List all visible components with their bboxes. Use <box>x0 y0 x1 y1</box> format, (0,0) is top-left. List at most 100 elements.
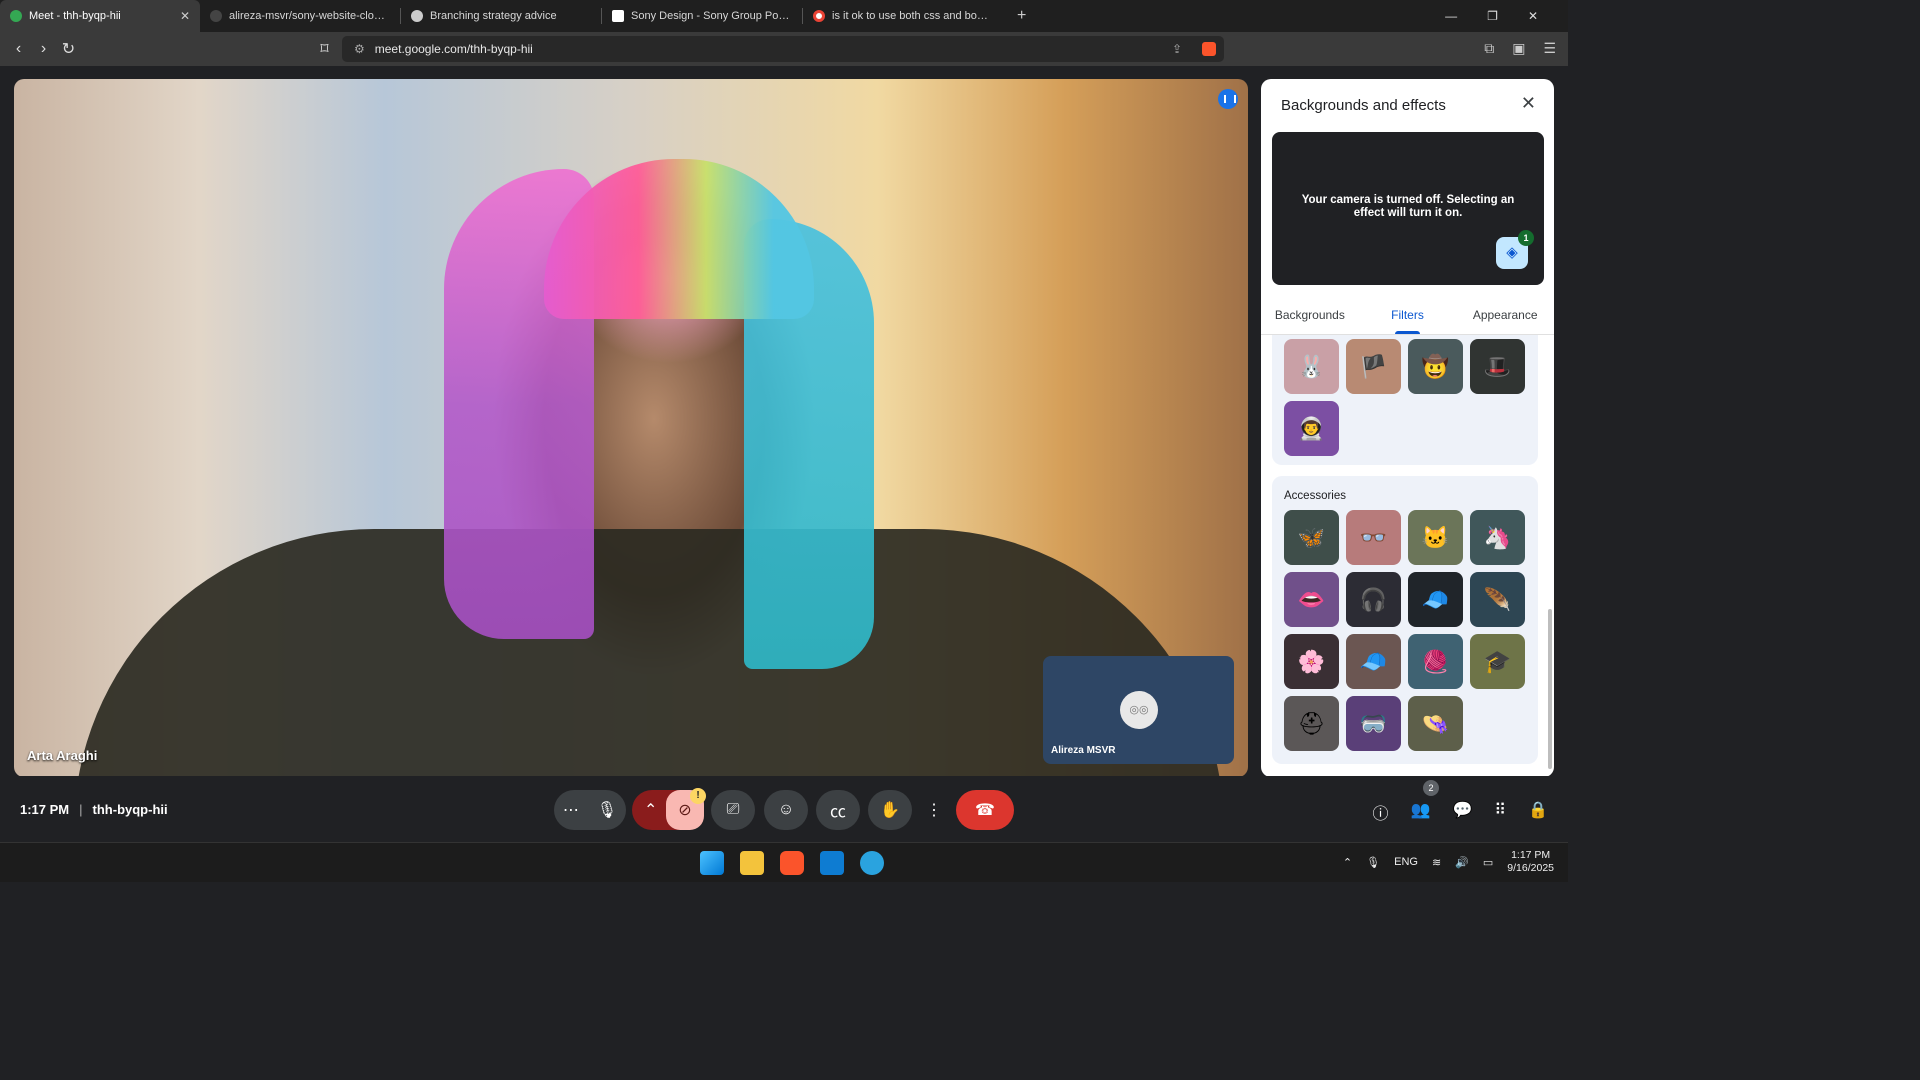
meeting-time: 1:17 PM <box>20 802 70 817</box>
url-text: meet.google.com/thh-byqp-hii <box>374 42 533 56</box>
activities-icon[interactable]: ⠿ <box>1494 800 1506 824</box>
visor-glasses-icon[interactable]: 🥽 <box>1346 696 1401 751</box>
raise-hand-icon[interactable]: ✋ <box>868 790 912 830</box>
tab-label: Branching strategy advice <box>430 10 557 22</box>
self-name: Alireza MSVR <box>1051 745 1116 756</box>
close-window-icon[interactable]: ✕ <box>1528 9 1538 23</box>
emoji-icon[interactable]: ☺ <box>764 790 808 830</box>
extensions-icon[interactable]: ⧉ <box>1484 40 1494 57</box>
sony-favicon-icon <box>612 10 624 22</box>
astronaut-icon[interactable]: 👨‍🚀 <box>1284 401 1339 456</box>
beret-glasses-icon[interactable]: 👓 <box>1346 510 1401 565</box>
cat-ears-glasses-icon[interactable]: 🐱 <box>1408 510 1463 565</box>
system-tray: ⌃ 🎙 ENG ≋ 🔊 ▭ 1:17 PM 9/16/2025 <box>1343 849 1554 875</box>
new-tab-icon[interactable]: + <box>1017 7 1026 25</box>
tab-sony[interactable]: Sony Design - Sony Group Portal <box>602 0 802 32</box>
unicorn-headband-icon[interactable]: 🦄 <box>1470 510 1525 565</box>
effects-tabs: Backgrounds Filters Appearance <box>1261 301 1554 335</box>
chat-icon[interactable]: 💬 <box>1452 800 1472 824</box>
face-masks-icon[interactable]: 👄 <box>1284 572 1339 627</box>
back-icon[interactable]: ‹ <box>6 40 31 58</box>
bunny-ears-icon[interactable]: 🐰 <box>1284 339 1339 394</box>
restore-icon[interactable]: ❐ <box>1487 9 1498 23</box>
hard-hat-icon[interactable]: ⛑ <box>1284 696 1339 751</box>
leave-call-button[interactable]: ☎ <box>956 790 1014 830</box>
people-icon[interactable]: 👥 <box>1411 800 1431 824</box>
forward-icon[interactable]: › <box>31 40 56 58</box>
site-settings-icon[interactable]: ⚙ <box>354 42 365 56</box>
tab-meet[interactable]: Meet - thh-byqp-hii ✕ <box>0 0 200 32</box>
microphone-icon[interactable]: 🎙 <box>597 800 617 820</box>
black-hat-icon[interactable]: 🎩 <box>1470 339 1525 394</box>
cat-headphones-icon[interactable]: 🎧 <box>1346 572 1401 627</box>
panel-scrollbar[interactable] <box>1548 609 1552 769</box>
share-icon[interactable]: ⇪ <box>1172 42 1182 56</box>
taskbar-time: 1:17 PM <box>1511 849 1551 861</box>
sun-hat-icon[interactable]: 👒 <box>1408 696 1463 751</box>
beanie-icon[interactable]: 🧶 <box>1408 634 1463 689</box>
google-favicon-icon <box>813 10 825 22</box>
close-tab-icon[interactable]: ✕ <box>180 9 190 23</box>
close-icon[interactable]: ✕ <box>1521 93 1536 114</box>
tab-github[interactable]: alireza-msvr/sony-website-clone: Co <box>200 0 400 32</box>
tab-label: Sony Design - Sony Group Portal <box>631 10 792 22</box>
wifi-icon[interactable]: ≋ <box>1432 856 1441 869</box>
tab-google[interactable]: is it ok to use both css and bootstrap <box>803 0 1003 32</box>
chatgpt-favicon-icon <box>411 10 423 22</box>
captions-icon[interactable]: ㏄ <box>816 790 860 830</box>
chevron-up-icon[interactable]: ⌃ <box>644 800 657 820</box>
taskbar-date: 9/16/2025 <box>1507 862 1554 874</box>
present-screen-icon[interactable]: ⎚ <box>711 790 755 830</box>
chevron-up-icon[interactable]: ⌃ <box>1343 856 1352 869</box>
url-field[interactable]: ⚙ meet.google.com/thh-byqp-hii ⇪ <box>342 36 1224 62</box>
browser-tab-bar: Meet - thh-byqp-hii ✕ alireza-msvr/sony-… <box>0 0 1568 32</box>
bookmark-icon[interactable]: ⌑ <box>312 39 337 59</box>
vscode-icon[interactable] <box>820 851 844 875</box>
microphone-tray-icon[interactable]: 🎙 <box>1366 856 1380 869</box>
audio-controls: ⋯ 🎙 <box>554 790 626 830</box>
cherry-blossom-icon[interactable]: 🌸 <box>1284 634 1339 689</box>
pirate-icon[interactable]: 🏴 <box>1346 339 1401 394</box>
accessories-group: Accessories 🦋 👓 🐱 🦄 👄 🎧 🧢 🪶 🌸 🧢 🧶 🎓 ⛑ 🥽 … <box>1272 476 1538 764</box>
avatar: ◎◎ <box>1120 691 1158 729</box>
layers-count-badge: 1 <box>1518 230 1534 246</box>
filters-group: 🐰 🏴 🤠 🎩 👨‍🚀 <box>1272 335 1538 465</box>
meeting-info: 1:17 PM | thh-byqp-hii <box>20 802 168 817</box>
more-audio-options-icon[interactable]: ⋯ <box>563 800 579 820</box>
brave-browser-icon[interactable] <box>780 851 804 875</box>
github-favicon-icon <box>210 10 222 22</box>
graduation-cap-icon[interactable]: 🎓 <box>1470 634 1525 689</box>
battery-icon[interactable]: ▭ <box>1483 856 1493 869</box>
host-controls-icon[interactable]: 🔒 <box>1528 800 1548 824</box>
telegram-icon[interactable] <box>860 851 884 875</box>
tab-label: is it ok to use both css and bootstrap <box>832 10 993 22</box>
cap-icon[interactable]: 🧢 <box>1408 572 1463 627</box>
volume-icon[interactable]: 🔊 <box>1455 856 1469 869</box>
tab-appearance[interactable]: Appearance <box>1456 301 1554 334</box>
more-options-icon[interactable]: ⋮ <box>920 790 948 830</box>
tab-chatgpt[interactable]: Branching strategy advice <box>401 0 601 32</box>
language-indicator[interactable]: ENG <box>1394 856 1418 868</box>
tab-backgrounds[interactable]: Backgrounds <box>1261 301 1359 334</box>
tab-label: Meet - thh-byqp-hii <box>29 10 121 22</box>
reload-icon[interactable]: ↻ <box>56 39 81 59</box>
green-cap-icon[interactable]: 🧢 <box>1346 634 1401 689</box>
minimize-icon[interactable]: — <box>1445 9 1457 23</box>
start-icon[interactable] <box>700 851 724 875</box>
info-icon[interactable]: ⓘ <box>1373 800 1389 824</box>
self-video-tile[interactable]: ◎◎ Alireza MSVR <box>1043 656 1234 764</box>
meeting-controls-bar: 1:17 PM | thh-byqp-hii ⋯ 🎙 ⌃ ⊘ ⎚ ☺ ㏄ ✋ ⋮… <box>0 776 1568 842</box>
file-explorer-icon[interactable] <box>740 851 764 875</box>
feather-icon[interactable]: 🪶 <box>1470 572 1525 627</box>
wallet-icon[interactable]: ▣ <box>1512 40 1525 57</box>
brave-shields-icon[interactable] <box>1202 42 1216 56</box>
cowboy-hat-icon[interactable]: 🤠 <box>1408 339 1463 394</box>
accessories-label: Accessories <box>1284 490 1346 502</box>
menu-icon[interactable]: ☰ <box>1543 40 1556 57</box>
camera-warning-badge: ! <box>690 788 706 804</box>
meeting-code: thh-byqp-hii <box>92 802 168 817</box>
meeting-tools: ⓘ 👥 💬 ⠿ 🔒 <box>1373 800 1549 824</box>
butterflies-icon[interactable]: 🦋 <box>1284 510 1339 565</box>
clock[interactable]: 1:17 PM 9/16/2025 <box>1507 849 1554 875</box>
tab-filters[interactable]: Filters <box>1359 301 1457 334</box>
